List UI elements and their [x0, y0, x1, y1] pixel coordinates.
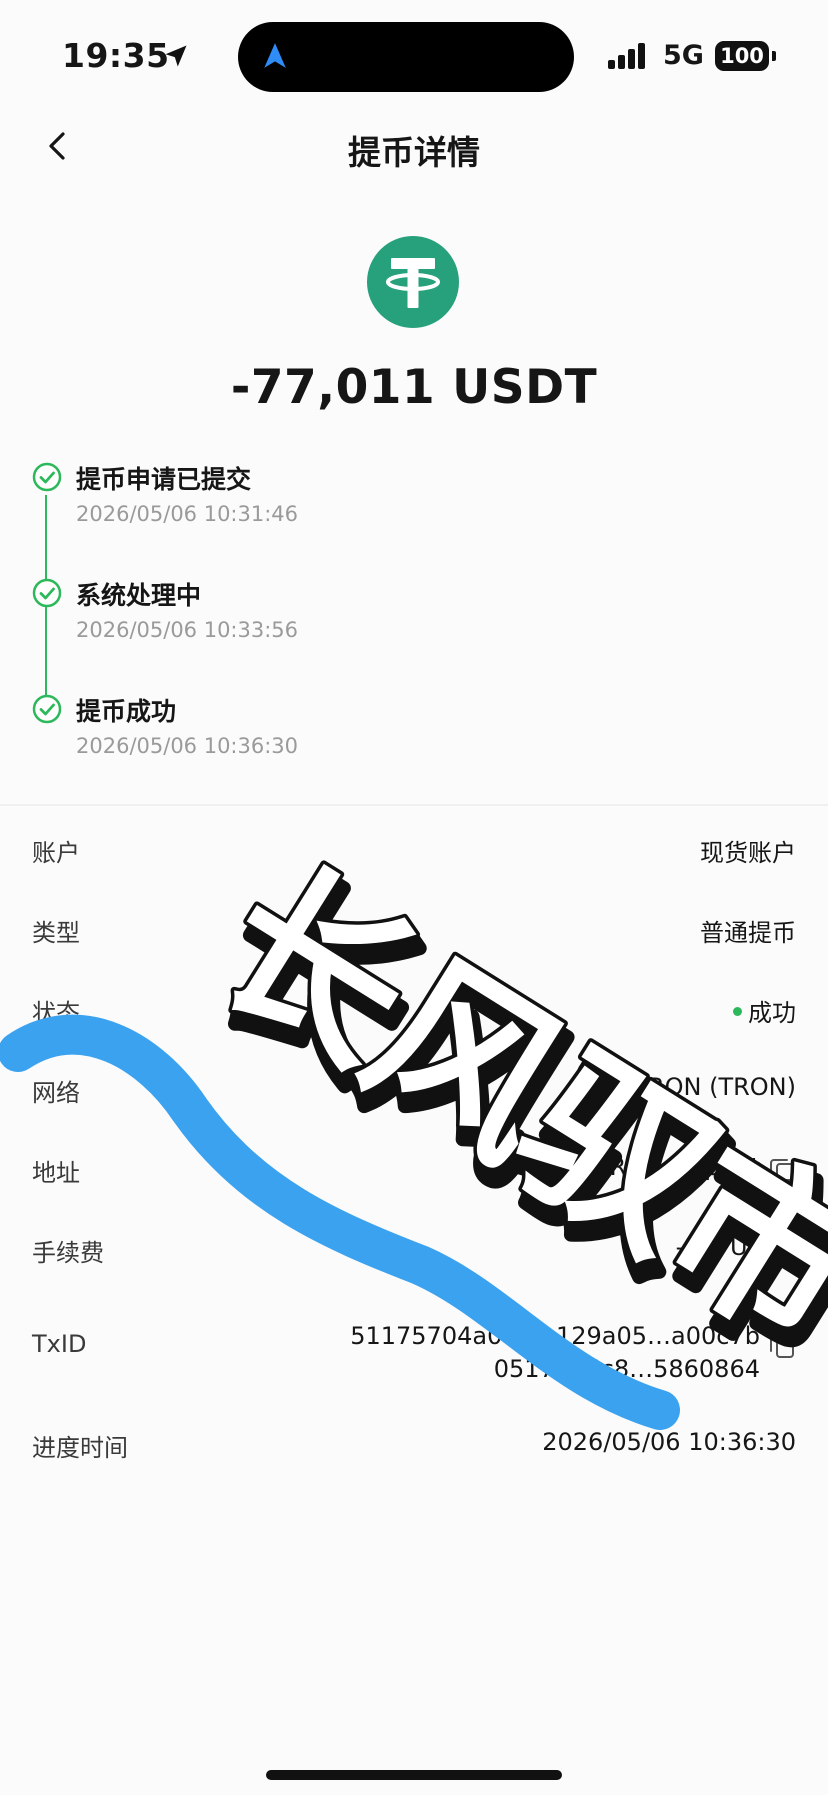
timeline-step: 提币申请已提交 2026/05/06 10:31:46 — [32, 462, 532, 542]
section-divider — [0, 804, 828, 806]
timeline-step-time: 2026/05/06 10:31:46 — [76, 502, 299, 526]
home-indicator[interactable] — [266, 1770, 562, 1780]
cellular-signal-icon — [608, 43, 648, 69]
detail-row-address: 地址 T…ZFhT9RLCv1GpyRt — [32, 1153, 796, 1193]
detail-key: 手续费 — [32, 1239, 104, 1267]
detail-key: 状态 — [32, 999, 80, 1027]
timeline-step-time: 2026/05/06 10:33:56 — [76, 618, 299, 642]
detail-row-account: 账户 现货账户 — [32, 833, 796, 873]
timeline-step-label: 系统处理中 — [76, 581, 202, 610]
status-time: 19:35 — [62, 36, 170, 75]
detail-row-status: 状态 成功 — [32, 993, 796, 1033]
status-bar: 19:35 5G 100 — [0, 0, 828, 110]
timeline-step-time: 2026/05/06 10:36:30 — [76, 734, 299, 758]
detail-value: 2026/05/06 10:36:30 — [542, 1428, 796, 1456]
detail-key: 网络 — [32, 1079, 80, 1107]
copy-icon[interactable] — [768, 1155, 796, 1183]
detail-key: 账户 — [32, 839, 80, 867]
check-circle-icon — [32, 578, 62, 608]
network-type: 5G — [663, 40, 704, 71]
battery-cap — [772, 51, 776, 61]
page-title: 提币详情 — [348, 133, 480, 172]
battery-icon: 100 — [715, 41, 769, 71]
withdraw-amount: -77,011 USDT — [230, 360, 598, 415]
address-value: T…ZFhT9RLCv1GpyRt — [495, 1153, 760, 1181]
tether-icon — [367, 236, 459, 328]
status-value: 成功 — [733, 993, 796, 1028]
detail-row-network: 网络 TRON (TRON) — [32, 1073, 796, 1113]
detail-value: 现货账户 — [700, 839, 796, 867]
timeline-step: 系统处理中 2026/05/06 10:33:56 — [32, 578, 532, 658]
status-dot — [733, 1006, 742, 1016]
detail-key: 地址 — [32, 1159, 80, 1187]
check-circle-icon — [32, 694, 62, 724]
txid-line: 0517796c8…5860864 — [493, 1355, 760, 1383]
detail-value: -1.5 USDT — [675, 1233, 796, 1261]
detail-key: 类型 — [32, 919, 80, 947]
detail-key: TxID — [32, 1330, 87, 1358]
navigation-icon — [264, 43, 286, 68]
detail-key: 进度时间 — [32, 1434, 128, 1462]
timeline-step-label: 提币申请已提交 — [76, 465, 252, 494]
dynamic-island — [238, 22, 574, 92]
location-arrow-icon — [165, 45, 187, 67]
check-circle-icon — [32, 462, 62, 492]
detail-row-fee: 手续费 -1.5 USDT — [32, 1233, 796, 1273]
detail-value: TRON (TRON) — [633, 1073, 796, 1101]
detail-value: 普通提币 — [700, 919, 796, 947]
detail-row-txid: TxID 51175704a04fda129a05…a00c7b 0517796… — [32, 1322, 796, 1383]
txid-value: 51175704a04fda129a05…a00c7b 0517796c8…58… — [350, 1320, 760, 1386]
detail-row-progress-time: 进度时间 2026/05/06 10:36:30 — [32, 1428, 796, 1468]
timeline-step-label: 提币成功 — [76, 697, 177, 726]
timeline-step: 提币成功 2026/05/06 10:36:30 — [32, 694, 532, 774]
status-text: 成功 — [748, 999, 796, 1027]
detail-row-type: 类型 普通提币 — [32, 913, 796, 953]
txid-line: 51175704a04fda129a05…a00c7b — [350, 1322, 760, 1350]
copy-icon[interactable] — [768, 1332, 796, 1360]
nav-bar: 提币详情 — [0, 110, 828, 185]
